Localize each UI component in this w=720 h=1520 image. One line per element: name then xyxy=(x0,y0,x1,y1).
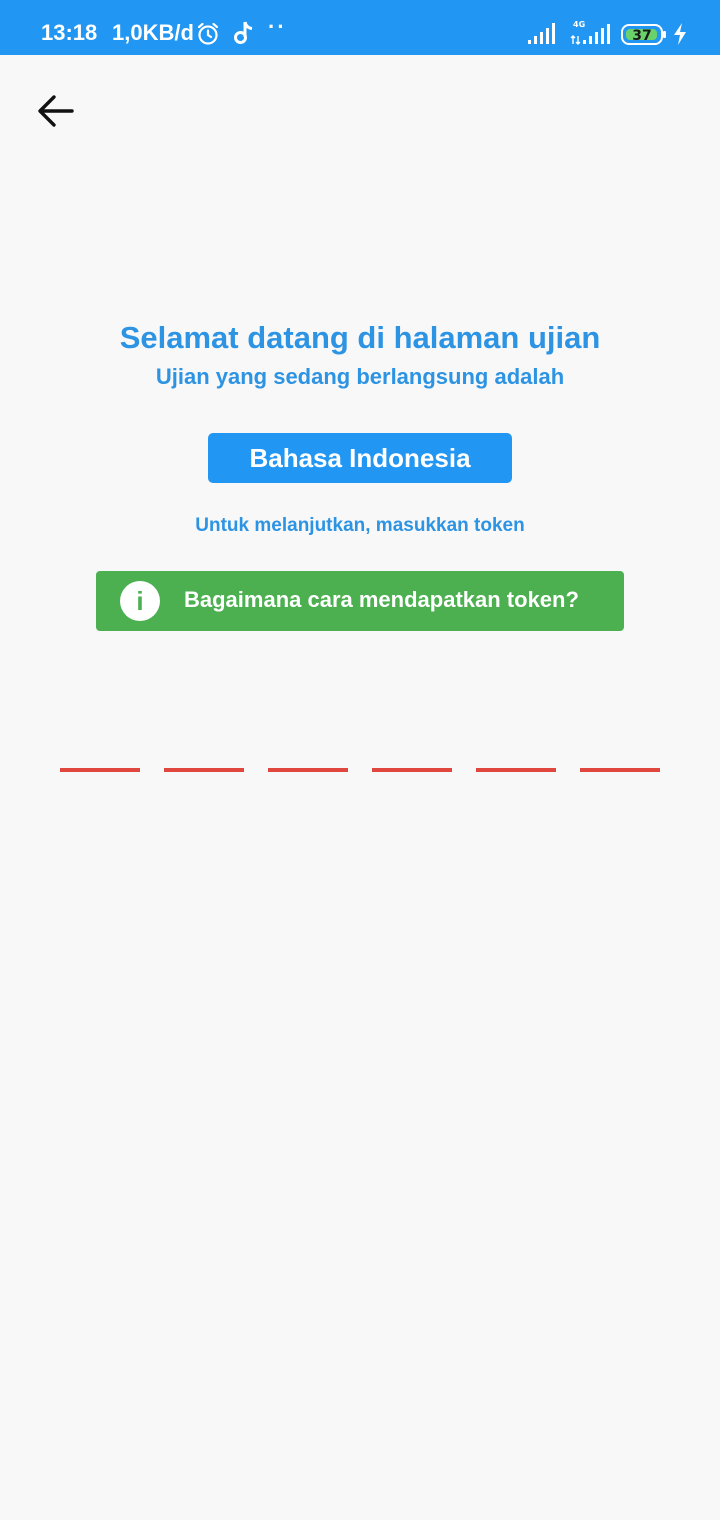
token-digit-1[interactable] xyxy=(60,740,140,772)
token-digit-2[interactable] xyxy=(164,740,244,772)
token-hint: Untuk melanjutkan, masukkan token xyxy=(195,515,525,536)
page-subtitle: Ujian yang sedang berlangsung adalah xyxy=(155,364,565,389)
token-digit-6[interactable] xyxy=(580,740,660,772)
token-help-label: Bagaimana cara mendapatkan token? xyxy=(184,587,579,612)
exam-subject-button[interactable]: Bahasa Indonesia xyxy=(208,433,512,483)
info-icon: i xyxy=(120,581,160,621)
battery-icon: 37 xyxy=(621,24,666,45)
tiktok-icon xyxy=(234,21,253,44)
back-button[interactable] xyxy=(30,88,82,134)
signal-icon xyxy=(528,23,555,44)
page-title: Selamat datang di halaman ujian xyxy=(119,320,601,355)
token-help-button[interactable]: i Bagaimana cara mendapatkan token? xyxy=(96,571,624,631)
signal-4g-icon: 4G xyxy=(570,20,610,45)
status-time: 13:18 xyxy=(41,20,98,45)
alarm-icon xyxy=(197,22,219,45)
token-digit-5[interactable] xyxy=(476,740,556,772)
token-digit-4[interactable] xyxy=(372,740,452,772)
network-type-label: 4G xyxy=(573,20,585,29)
status-overflow-dots: ·· xyxy=(268,14,287,39)
arrow-left-icon xyxy=(38,95,74,127)
battery-level: 37 xyxy=(632,28,651,44)
token-digit-3[interactable] xyxy=(268,740,348,772)
status-bar: 13:18 1,0KB/d ·· 4G 37 xyxy=(0,0,720,55)
token-input xyxy=(60,740,660,772)
charging-icon xyxy=(674,23,686,45)
status-net-speed: 1,0KB/d xyxy=(112,20,194,45)
